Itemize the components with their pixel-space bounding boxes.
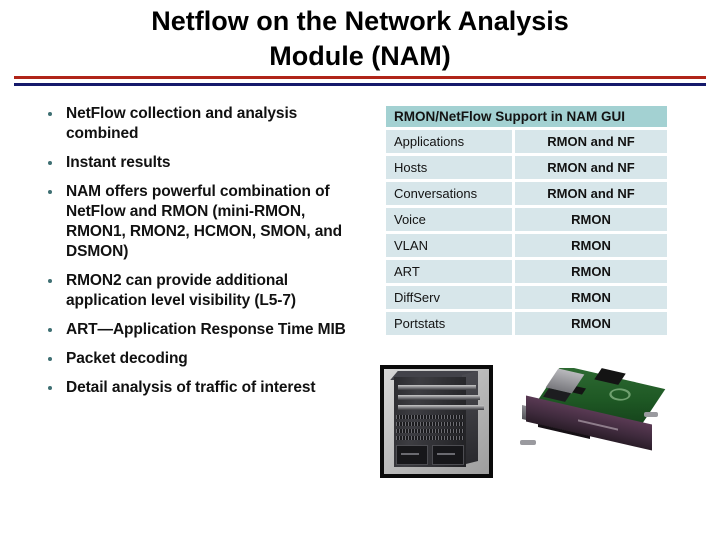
list-item: Instant results [40, 153, 360, 173]
blade-ejector-lever [520, 440, 536, 445]
table-cell-feature: DiffServ [386, 286, 512, 309]
table-row: Applications RMON and NF [386, 130, 667, 153]
list-item: RMON2 can provide additional application… [40, 271, 360, 311]
chassis-line-card [398, 405, 484, 410]
title-line-1: Netflow on the Network Analysis [151, 6, 569, 36]
title-rule-navy [14, 83, 706, 86]
nam-blade-module-photo [506, 368, 666, 468]
bullet-text: ART—Application Response Time MIB [66, 321, 346, 338]
list-item: Detail analysis of traffic of interest [40, 378, 360, 398]
bullet-list: NetFlow collection and analysis combined… [40, 104, 360, 407]
chassis-power-supply [396, 445, 428, 465]
bullet-text: RMON2 can provide additional application… [66, 272, 296, 309]
blade-ejector-lever [644, 412, 658, 417]
bullet-text: Packet decoding [66, 350, 188, 367]
bullet-text: Instant results [66, 154, 171, 171]
table-cell-feature: VLAN [386, 234, 512, 257]
bullet-text: NetFlow collection and analysis combined [66, 105, 298, 142]
table-cell-feature: Voice [386, 208, 512, 231]
table-row: Conversations RMON and NF [386, 182, 667, 205]
title-line-2: Module (NAM) [269, 41, 451, 71]
table-cell-support: RMON [515, 208, 667, 231]
table-cell-support: RMON [515, 234, 667, 257]
table-cell-support: RMON [515, 286, 667, 309]
chassis-power-supply [432, 445, 464, 465]
chassis-port-row [396, 429, 464, 433]
table-row: VLAN RMON [386, 234, 667, 257]
chassis-port-row [396, 436, 464, 440]
catalyst-chassis-photo [380, 365, 493, 478]
chassis-line-card [398, 395, 480, 400]
bullet-dot-icon [48, 279, 52, 283]
list-item: Packet decoding [40, 349, 360, 369]
page-title: Netflow on the Network Analysis Module (… [0, 4, 720, 74]
bullet-dot-icon [48, 112, 52, 116]
table-row: Portstats RMON [386, 312, 667, 335]
chassis-port-row [396, 415, 464, 419]
table-header: RMON/NetFlow Support in NAM GUI [386, 106, 667, 127]
chassis-port-row [396, 422, 464, 426]
bullet-text: Detail analysis of traffic of interest [66, 379, 316, 396]
list-item: NetFlow collection and analysis combined [40, 104, 360, 144]
table-cell-feature: Hosts [386, 156, 512, 179]
bullet-dot-icon [48, 190, 52, 194]
table-cell-feature: Applications [386, 130, 512, 153]
chassis-illustration [384, 369, 489, 474]
table-cell-support: RMON and NF [515, 156, 667, 179]
bullet-dot-icon [48, 386, 52, 390]
table-row: ART RMON [386, 260, 667, 283]
rmon-netflow-support-table: RMON/NetFlow Support in NAM GUI Applicat… [386, 106, 667, 335]
bullet-dot-icon [48, 328, 52, 332]
table-cell-support: RMON [515, 312, 667, 335]
table-row: Voice RMON [386, 208, 667, 231]
list-item: NAM offers powerful combination of NetFl… [40, 182, 360, 262]
table-cell-feature: Portstats [386, 312, 512, 335]
bullet-dot-icon [48, 161, 52, 165]
table-row: Hosts RMON and NF [386, 156, 667, 179]
bullet-dot-icon [48, 357, 52, 361]
chassis-line-card [398, 385, 476, 390]
bullet-text: NAM offers powerful combination of NetFl… [66, 183, 343, 260]
title-rule-red [14, 76, 706, 79]
table-cell-support: RMON and NF [515, 130, 667, 153]
table-cell-support: RMON and NF [515, 182, 667, 205]
table-cell-feature: ART [386, 260, 512, 283]
table-cell-support: RMON [515, 260, 667, 283]
table-cell-feature: Conversations [386, 182, 512, 205]
table-row: DiffServ RMON [386, 286, 667, 309]
list-item: ART—Application Response Time MIB [40, 320, 360, 340]
